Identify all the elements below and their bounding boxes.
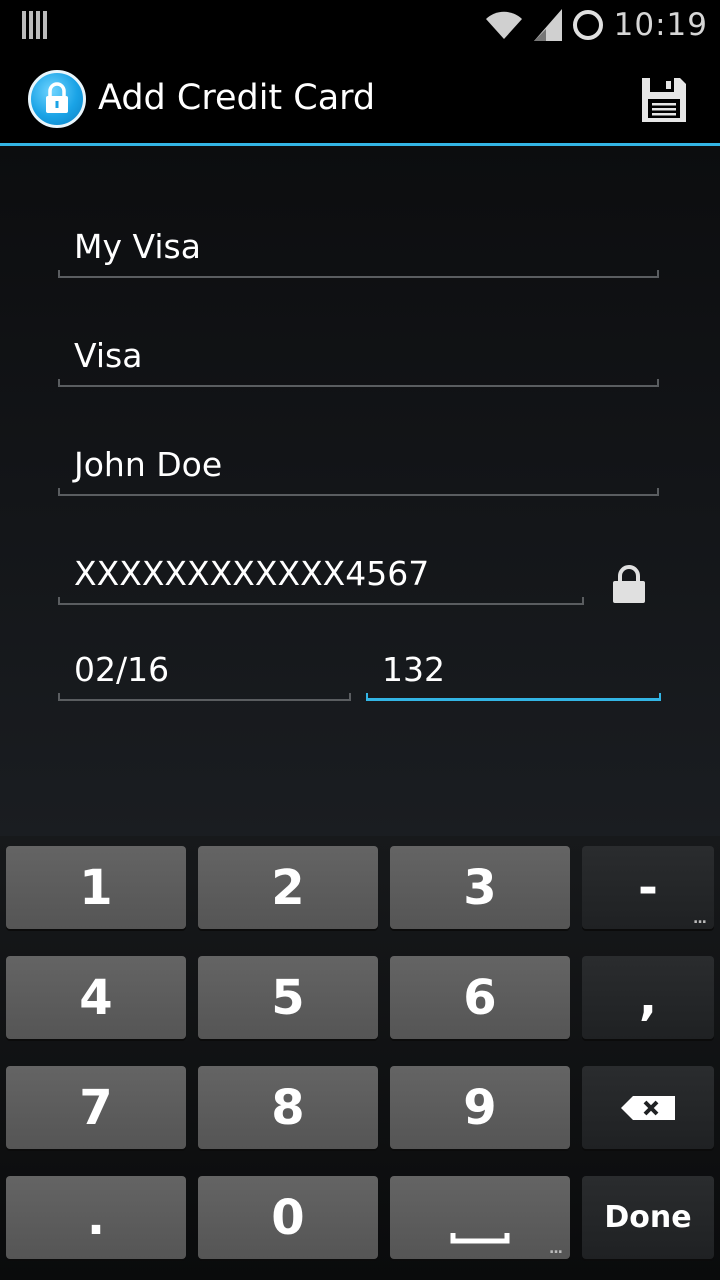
card-form: My Visa Visa John Doe XXXXXXXXXXXX4567 0… (0, 146, 720, 836)
lock-app-icon[interactable] (28, 70, 86, 128)
save-button[interactable] (636, 72, 692, 128)
key-8[interactable]: 8 (198, 1066, 378, 1149)
key-space[interactable]: ... (390, 1176, 570, 1259)
numeric-keyboard: 1 2 3 - ... 4 5 6 , 7 8 9 . 0 ... Done (0, 836, 720, 1280)
key-backspace[interactable] (582, 1066, 714, 1149)
card-label-field[interactable]: My Visa (58, 227, 659, 278)
card-number-field[interactable]: XXXXXXXXXXXX4567 (58, 554, 584, 605)
card-number-value: XXXXXXXXXXXX4567 (74, 554, 430, 593)
save-floppy-icon (642, 78, 686, 122)
expiry-value: 02/16 (74, 650, 170, 689)
clock: 10:19 (613, 7, 708, 43)
card-holder-value: John Doe (74, 445, 223, 484)
key-1[interactable]: 1 (6, 846, 186, 929)
key-9[interactable]: 9 (390, 1066, 570, 1149)
page-title: Add Credit Card (98, 78, 376, 118)
key-done[interactable]: Done (582, 1176, 714, 1259)
backspace-icon (621, 1095, 675, 1120)
more-hint-icon: ... (549, 1241, 563, 1257)
key-3[interactable]: 3 (390, 846, 570, 929)
more-hint-icon: ... (693, 911, 707, 927)
key-period[interactable]: . (6, 1176, 186, 1259)
card-type-field[interactable]: Visa (58, 336, 659, 387)
card-type-value: Visa (74, 336, 143, 375)
space-icon (450, 1232, 510, 1243)
key-comma[interactable]: , (582, 956, 714, 1039)
sync-circle-icon (572, 10, 603, 40)
action-bar: Add Credit Card (0, 50, 720, 143)
status-bar: 10:19 (0, 0, 720, 50)
expiry-field[interactable]: 02/16 (58, 650, 351, 701)
cvv-value: 132 (382, 650, 445, 689)
key-2[interactable]: 2 (198, 846, 378, 929)
card-label-value: My Visa (74, 227, 201, 266)
cvv-field[interactable]: 132 (366, 650, 661, 701)
key-5[interactable]: 5 (198, 956, 378, 1039)
key-minus[interactable]: - ... (582, 846, 714, 929)
key-6[interactable]: 6 (390, 956, 570, 1039)
lock-icon[interactable] (610, 564, 648, 604)
key-0[interactable]: 0 (198, 1176, 378, 1259)
key-4[interactable]: 4 (6, 956, 186, 1039)
card-holder-field[interactable]: John Doe (58, 445, 659, 496)
wifi-icon (485, 11, 522, 39)
notification-bars-icon (22, 11, 48, 44)
key-7[interactable]: 7 (6, 1066, 186, 1149)
signal-icon (533, 9, 562, 41)
